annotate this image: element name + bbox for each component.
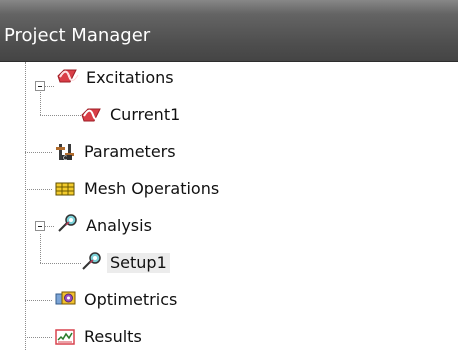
minus-icon [38,226,42,227]
tree-item-optimetrics[interactable]: Optimetrics [84,290,177,310]
tree-item-parameters[interactable]: Parameters [84,142,176,162]
analysis-collapse-toggle[interactable] [35,221,45,231]
tree-item-setup1[interactable]: Setup1 [107,253,170,273]
optimetrics-icon [54,290,78,310]
tree-root-line [25,62,26,350]
mesh-operations-connector-line [25,189,52,190]
excitation-icon [56,66,80,86]
current-icon [80,105,104,125]
results-icon [54,327,78,347]
project-manager-window: Project Manager Excitations Current1 C P… [0,0,458,350]
tree-item-results[interactable]: Results [84,327,142,347]
project-manager-title-bar: Project Manager [0,0,458,62]
parameters-icon: C [54,142,78,162]
tree-item-analysis[interactable]: Analysis [86,216,152,236]
mesh-operations-icon [54,179,78,199]
analysis-branch-line [40,234,41,263]
current1-connector-line [40,115,81,116]
optimetrics-connector-line [25,300,52,301]
setup-icon [80,252,104,272]
analysis-icon [56,214,80,234]
tree-item-excitations[interactable]: Excitations [86,68,174,88]
setup1-connector-line [40,263,81,264]
tree-item-current1[interactable]: Current1 [110,105,180,125]
tree-item-mesh-operations[interactable]: Mesh Operations [84,179,219,199]
parameters-connector-line [25,152,52,153]
excitations-collapse-toggle[interactable] [35,81,45,91]
svg-text:C: C [63,155,67,162]
minus-icon [38,86,42,87]
results-connector-line [25,337,52,338]
project-tree[interactable]: Excitations Current1 C Parameters Mesh O… [0,62,458,350]
panel-title: Project Manager [4,25,151,46]
